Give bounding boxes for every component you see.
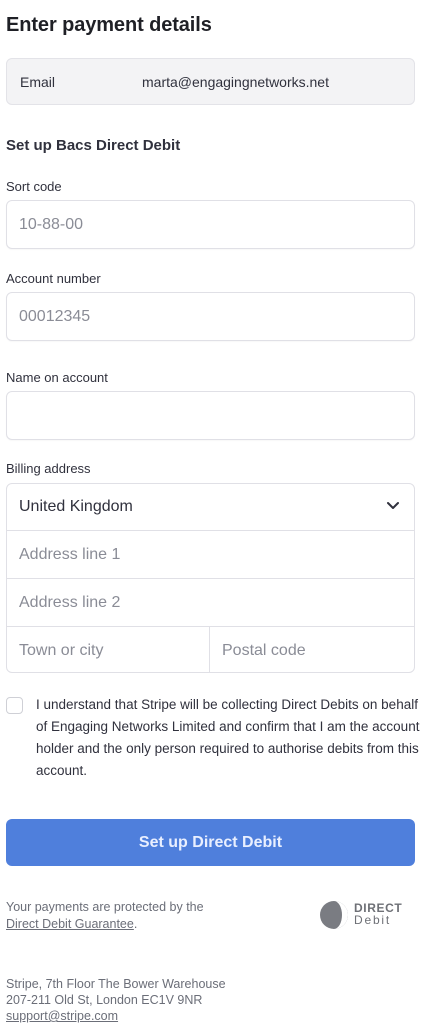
account-number-placeholder: 00012345 <box>19 308 91 325</box>
support-email-link[interactable]: support@stripe.com <box>6 1009 118 1023</box>
footer-line2: 207-211 Old St, London EC1V 9NR <box>6 993 203 1007</box>
address-line2-placeholder: Address line 2 <box>19 594 121 611</box>
country-value: United Kingdom <box>19 498 133 515</box>
postal-code-placeholder: Postal code <box>222 642 306 659</box>
chevron-down-icon <box>387 502 399 509</box>
consent-text: I understand that Stripe will be collect… <box>36 697 420 778</box>
town-postal-row: Town or city Postal code <box>7 627 414 673</box>
billing-address-label: Billing address <box>6 461 91 476</box>
footer-line1: Stripe, 7th Floor The Bower Warehouse <box>6 977 226 991</box>
page-title: Enter payment details <box>6 14 212 36</box>
guarantee-text: Your payments are protected by the <box>6 900 204 914</box>
name-on-account-input[interactable] <box>6 391 415 440</box>
town-placeholder: Town or city <box>19 642 104 659</box>
billing-address-group: United Kingdom Address line 1 Address li… <box>6 483 415 673</box>
address-line1-placeholder: Address line 1 <box>19 546 121 563</box>
account-number-label: Account number <box>6 271 101 286</box>
section-title: Set up Bacs Direct Debit <box>6 137 181 154</box>
direct-debit-logo-line2: Debit <box>354 913 392 927</box>
email-value: marta@engagingnetworks.net <box>142 74 329 90</box>
account-number-input[interactable]: 00012345 <box>6 292 415 341</box>
direct-debit-logo-icon <box>320 901 348 929</box>
email-label: Email <box>20 74 56 90</box>
name-on-account-label: Name on account <box>6 370 108 385</box>
sort-code-label: Sort code <box>6 179 62 194</box>
setup-direct-debit-button[interactable]: Set up Direct Debit <box>6 819 415 866</box>
footer-address: Stripe, 7th Floor The Bower Warehouse 20… <box>6 976 226 1024</box>
address-line2-input[interactable]: Address line 2 <box>7 579 414 627</box>
sort-code-placeholder: 10-88-00 <box>19 216 84 233</box>
postal-code-input[interactable]: Postal code <box>210 627 415 673</box>
town-input[interactable]: Town or city <box>7 627 210 673</box>
sort-code-input[interactable]: 10-88-00 <box>6 200 415 249</box>
guarantee-note: Your payments are protected by the Direc… <box>6 899 204 933</box>
direct-debit-logo: DIRECT Debit <box>316 898 416 932</box>
country-select[interactable]: United Kingdom <box>7 484 414 531</box>
consent-checkbox[interactable] <box>6 697 23 714</box>
guarantee-suffix: . <box>133 917 138 931</box>
address-line1-input[interactable]: Address line 1 <box>7 531 414 579</box>
guarantee-link[interactable]: Direct Debit Guarantee <box>6 917 134 931</box>
email-summary: Email marta@engagingnetworks.net <box>6 58 415 105</box>
